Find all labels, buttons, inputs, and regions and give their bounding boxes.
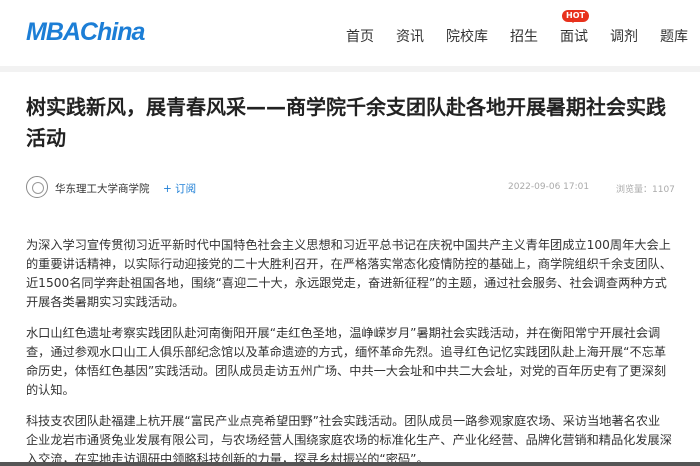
article-title: 树实践新风，展青春风采——商学院千余支团队赴各地开展暑期社会实践活动 [26, 95, 666, 150]
article-card: 树实践新风，展青春风采——商学院千余支团队赴各地开展暑期社会实践活动 华东理工大… [0, 72, 700, 466]
subscribe-button[interactable]: + 订阅 [163, 181, 196, 196]
author-avatar[interactable] [26, 176, 48, 198]
main-nav: 首页 资讯 院校库 招生 HOT 面试 调剂 题库 [324, 10, 688, 46]
nav-item-news[interactable]: 资讯 [396, 26, 424, 46]
author-name[interactable]: 华东理工大学商学院 [55, 181, 150, 196]
view-count: 浏览量：1107 [616, 185, 675, 195]
article-paragraph: 为深入学习宣传贯彻习近平新时代中国特色社会主义思想和习近平总书记在庆祝中国共产主… [26, 238, 672, 309]
nav-item-home[interactable]: 首页 [346, 26, 374, 46]
site-logo[interactable]: MBAChina [26, 18, 145, 47]
article-paragraph: 科技支农团队赴福建上杭开展“富民产业点亮希望田野”社会实践活动。团队成员一路参观… [26, 414, 672, 466]
article-image [0, 462, 700, 466]
article-body: 为深入学习宣传贯彻习近平新时代中国特色社会主义思想和习近平总书记在庆祝中国共产主… [26, 236, 672, 466]
nav-item-interview[interactable]: HOT 面试 [560, 10, 589, 46]
article-paragraph: 水口山红色遗址考察实践团队赴河南衡阳开展“走红色圣地，温峥嵘岁月”暑期社会实践活… [26, 326, 667, 397]
publish-date: 2022-09-06 17:01 [508, 182, 590, 192]
nav-item-adjustment[interactable]: 调剂 [610, 26, 638, 46]
nav-item-interview-label: 面试 [560, 29, 588, 45]
nav-item-question-bank[interactable]: 题库 [660, 26, 688, 46]
hot-badge: HOT [562, 10, 589, 23]
nav-item-schools[interactable]: 院校库 [446, 26, 488, 46]
nav-item-admissions[interactable]: 招生 [510, 26, 538, 46]
article-meta: 华东理工大学商学院 + 订阅 2022-09-06 17:01 浏览量：1107 [26, 176, 676, 200]
site-header: MBAChina 首页 资讯 院校库 招生 HOT 面试 调剂 题库 [0, 0, 700, 66]
